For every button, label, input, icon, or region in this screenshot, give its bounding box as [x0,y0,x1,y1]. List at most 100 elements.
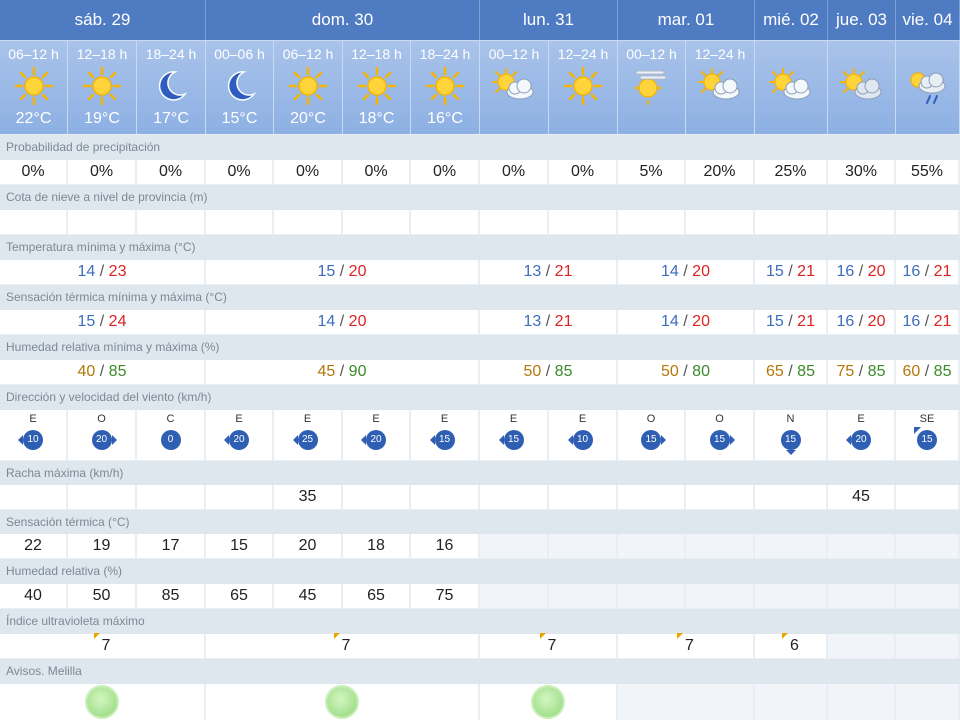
aviso-green-icon[interactable] [533,687,563,717]
wind-cell: E 15 [411,410,480,460]
precip-cell: 0% [480,160,549,184]
period-header: 18–24 h 17°C [137,40,206,134]
period-header: 00–06 h 15°C [206,40,274,134]
precip-cell: 5% [618,160,686,184]
wind-arrow-icon [846,435,851,445]
wind-badge: 15 [641,430,661,450]
feel-minmax-cell: 16 / 20 [828,310,896,334]
separator: / [854,363,868,380]
wind-cell: O 15 [686,410,755,460]
separator: / [920,263,934,280]
hum-cell: 65 [343,584,411,608]
hum-cell: 40 [0,584,68,608]
hum-minmax-cell-max: 85 [867,363,886,380]
wind-badge-wrap: 10 [18,430,43,450]
period-label: 18–24 h [419,46,471,62]
aviso-cell [828,684,896,720]
hum-minmax-cell-max: 85 [933,363,952,380]
uv-value: 7 [547,637,557,654]
gust-cell [618,485,686,509]
period-label: 06–12 h [8,46,59,62]
hum-cell [828,584,896,608]
snow-cell [828,210,896,234]
uv-flag-icon [539,633,546,639]
period-label: 00–06 h [214,46,265,62]
hum-minmax-cell: 50 / 80 [618,360,755,384]
day-header: jue. 03 [828,0,896,40]
hum-cell [686,584,755,608]
hum-cell [618,584,686,608]
wind-arrow-icon [18,435,23,445]
separator: / [920,363,934,380]
hum-cell: 75 [411,584,480,608]
feel-cell: 16 [411,534,480,558]
hum-minmax-cell: 65 / 85 [755,360,828,384]
row-label-hum: Humedad relativa (%) [0,559,960,584]
hum-cell: 65 [206,584,274,608]
separator: / [335,263,349,280]
gust-cell [896,485,960,509]
feel-cell [828,534,896,558]
sun-cloud-icon [480,62,548,110]
snow-cell [206,210,274,234]
period-header: 06–12 h 20°C [274,40,343,134]
snow-cell [618,210,686,234]
hum-cell: 85 [137,584,206,608]
row-label-precip: Probabilidad de precipitación [0,135,960,160]
wind-direction: E [29,413,37,425]
row-label-feel_minmax: Sensación térmica mínima y máxima (°C) [0,285,960,310]
feel-cell: 22 [0,534,68,558]
sun-cloud-icon [686,62,754,110]
period-header: 12–18 h 19°C [68,40,137,134]
feel-cell [480,534,549,558]
wind-cell: N 15 [755,410,828,460]
day-header: sáb. 29 [0,0,206,40]
uv-cell [828,634,896,658]
wind-badge-wrap: 25 [292,430,318,450]
wind-badge-wrap: 20 [361,430,386,450]
gust-cell [137,485,206,509]
uv-cell: 7 [480,633,618,658]
feel-minmax-cell-min: 15 [77,313,96,330]
temp-minmax-cell: 15 / 20 [206,260,480,284]
precip-cell: 25% [755,160,828,184]
row-label-wind: Dirección y velocidad del viento (km/h) [0,385,960,410]
day-header: lun. 31 [480,0,618,40]
wind-cell: E 20 [828,410,896,460]
uv-cell: 7 [0,633,206,658]
temp-minmax-cell-min: 16 [902,263,921,280]
gust-cell [755,485,828,509]
sun-icon [0,62,67,110]
wind-badge: 15 [434,430,455,450]
sun-haze-icon [618,62,685,110]
uv-value-wrap: 6 [782,633,799,654]
wind-badge-wrap: 15 [709,430,735,450]
feel-minmax-cell-max: 20 [348,313,367,330]
period-label [828,46,895,62]
separator: / [783,263,798,280]
temp-minmax-cell-max: 23 [108,263,127,280]
feel-minmax-cell: 14 / 20 [206,310,480,334]
snow-cell [686,210,755,234]
wind-badge: 15 [503,430,524,450]
period-label: 12–18 h [351,46,402,62]
period-header: 12–18 h 18°C [343,40,411,134]
wind-badge-wrap: 15 [780,430,801,455]
wind-badge-wrap: 10 [567,430,593,450]
feel-cell [618,534,686,558]
gust-cell [68,485,137,509]
aviso-green-icon[interactable] [87,687,117,717]
wind-arrow-icon [785,450,796,455]
uv-value-wrap: 7 [539,633,557,654]
feel-cell [549,534,618,558]
wind-cell: E 20 [206,410,274,460]
aviso-cell [480,684,618,720]
wind-badge-wrap: 20 [91,430,117,450]
temp-minmax-cell: 16 / 21 [896,260,960,284]
temp-minmax-cell-max: 20 [867,263,886,280]
wind-cell: C0 [137,410,206,460]
hum-minmax-cell-max: 85 [797,363,815,380]
period-label: 12–24 h [557,46,609,62]
aviso-green-icon[interactable] [327,687,357,717]
wind-arrow-icon [292,435,298,445]
